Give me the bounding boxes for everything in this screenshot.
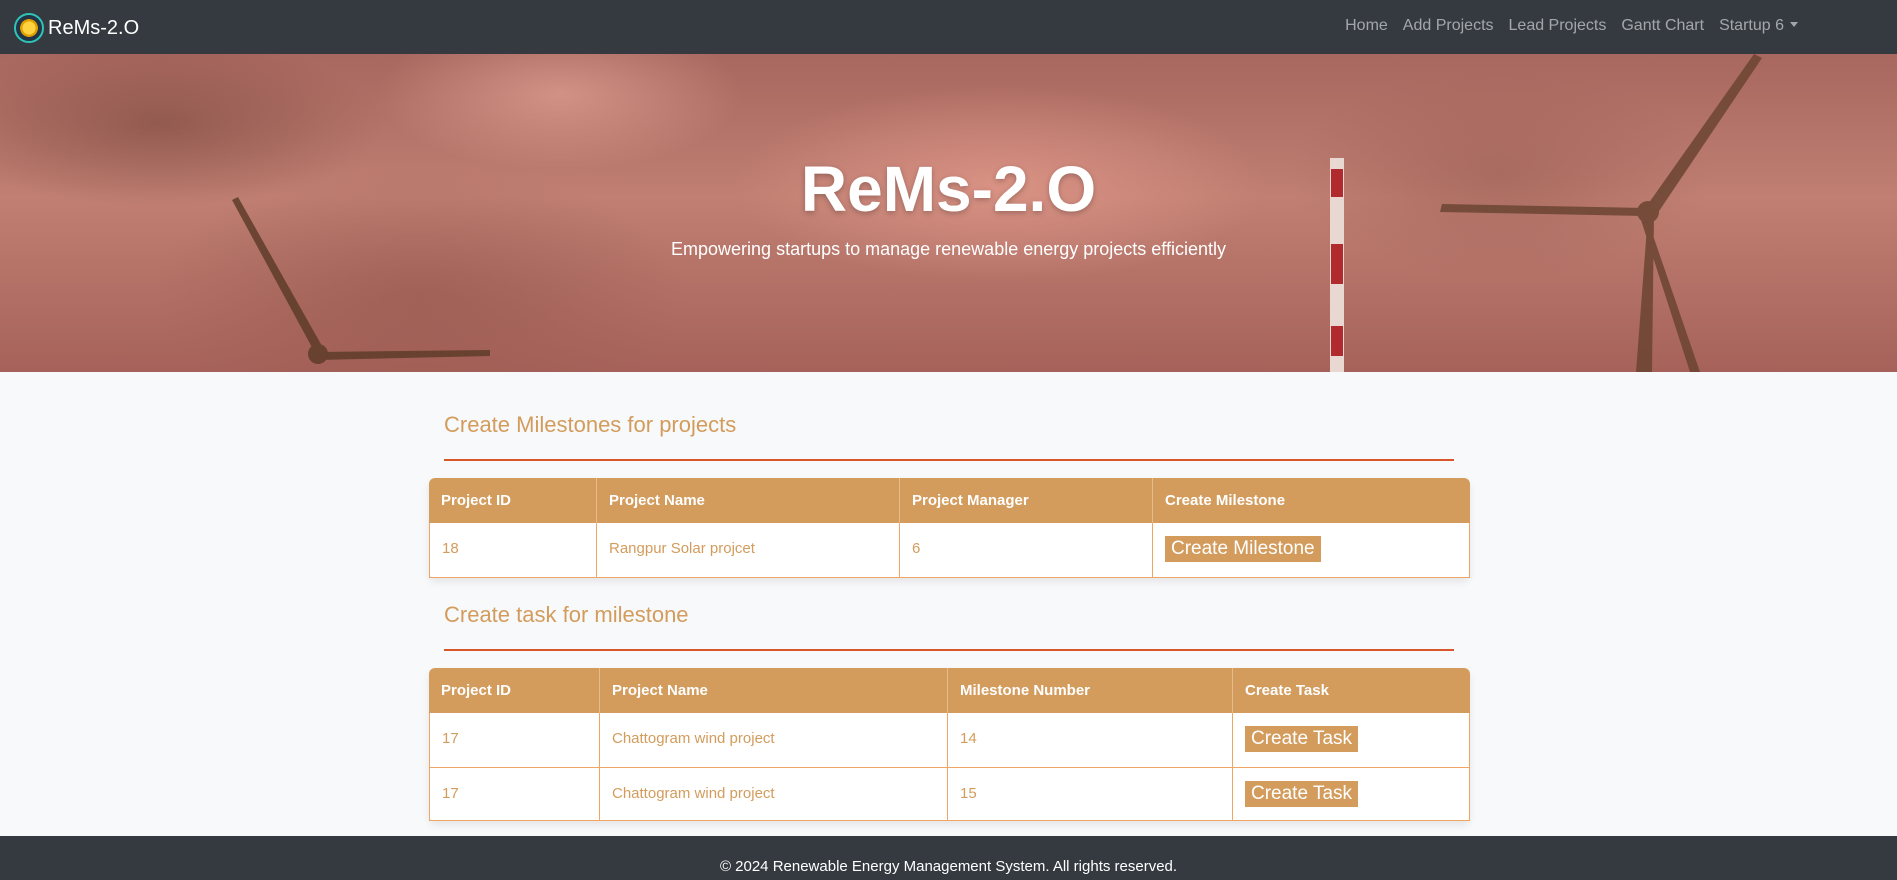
- milestone-number-cell: 15: [948, 768, 1233, 821]
- nav-gantt-chart[interactable]: Gantt Chart: [1621, 17, 1704, 35]
- create-task-button[interactable]: Create Task: [1245, 726, 1359, 752]
- milestones-divider: [444, 459, 1454, 461]
- column-header: Project Manager: [900, 478, 1153, 523]
- column-header: Project Name: [600, 668, 948, 713]
- column-header: Project ID: [429, 668, 600, 713]
- column-header: Project ID: [429, 478, 597, 523]
- user-dropdown[interactable]: Startup 6: [1719, 17, 1798, 35]
- table-header-row: Project ID Project Name Milestone Number…: [429, 668, 1470, 713]
- project-id-cell: 17: [429, 768, 600, 821]
- table-row: 17 Chattogram wind project 15 Create Tas…: [429, 768, 1470, 821]
- tasks-section-title: Create task for milestone: [444, 602, 689, 627]
- milestone-number-cell: 14: [948, 713, 1233, 768]
- tasks-divider: [444, 649, 1454, 651]
- column-header: Project Name: [597, 478, 900, 523]
- navbar: ReMs-2.O Home Add Projects Lead Projects…: [0, 0, 1897, 54]
- nav-add-projects[interactable]: Add Projects: [1403, 17, 1494, 35]
- milestones-section-title: Create Milestones for projects: [444, 412, 737, 437]
- footer: © 2024 Renewable Energy Management Syste…: [0, 836, 1897, 880]
- create-milestone-button[interactable]: Create Milestone: [1165, 536, 1321, 562]
- user-dropdown-label: Startup 6: [1719, 17, 1784, 34]
- create-task-button[interactable]: Create Task: [1245, 781, 1359, 807]
- table-header-row: Project ID Project Name Project Manager …: [429, 478, 1470, 523]
- tasks-table: Project ID Project Name Milestone Number…: [429, 668, 1470, 821]
- action-cell: Create Task: [1233, 713, 1470, 768]
- project-manager-cell: 6: [900, 523, 1153, 578]
- nav-home[interactable]: Home: [1345, 17, 1388, 35]
- brand-link[interactable]: ReMs-2.O: [14, 13, 139, 43]
- caret-down-icon: [1790, 22, 1798, 27]
- milestones-table: Project ID Project Name Project Manager …: [429, 478, 1470, 578]
- action-cell: Create Milestone: [1153, 523, 1470, 578]
- hero-banner: ReMs-2.O Empowering startups to manage r…: [0, 54, 1897, 372]
- project-id-cell: 18: [429, 523, 597, 578]
- table-row: 17 Chattogram wind project 14 Create Tas…: [429, 713, 1470, 768]
- action-cell: Create Task: [1233, 768, 1470, 821]
- solar-logo-icon: [14, 13, 44, 43]
- project-name-cell: Rangpur Solar projcet: [597, 523, 900, 578]
- nav-links: Home Add Projects Lead Projects Gantt Ch…: [1330, 17, 1798, 35]
- project-name-cell: Chattogram wind project: [600, 768, 948, 821]
- project-name-cell: Chattogram wind project: [600, 713, 948, 768]
- project-id-cell: 17: [429, 713, 600, 768]
- table-row: 18 Rangpur Solar projcet 6 Create Milest…: [429, 523, 1470, 578]
- nav-lead-projects[interactable]: Lead Projects: [1509, 17, 1607, 35]
- column-header: Milestone Number: [948, 668, 1233, 713]
- footer-copyright: © 2024 Renewable Energy Management Syste…: [719, 858, 1178, 875]
- hero-title: ReMs-2.O: [800, 153, 1097, 225]
- brand-name: ReMs-2.O: [48, 16, 140, 39]
- column-header: Create Task: [1233, 668, 1470, 713]
- hero-subtitle: Empowering startups to manage renewable …: [671, 239, 1226, 259]
- column-header: Create Milestone: [1153, 478, 1470, 523]
